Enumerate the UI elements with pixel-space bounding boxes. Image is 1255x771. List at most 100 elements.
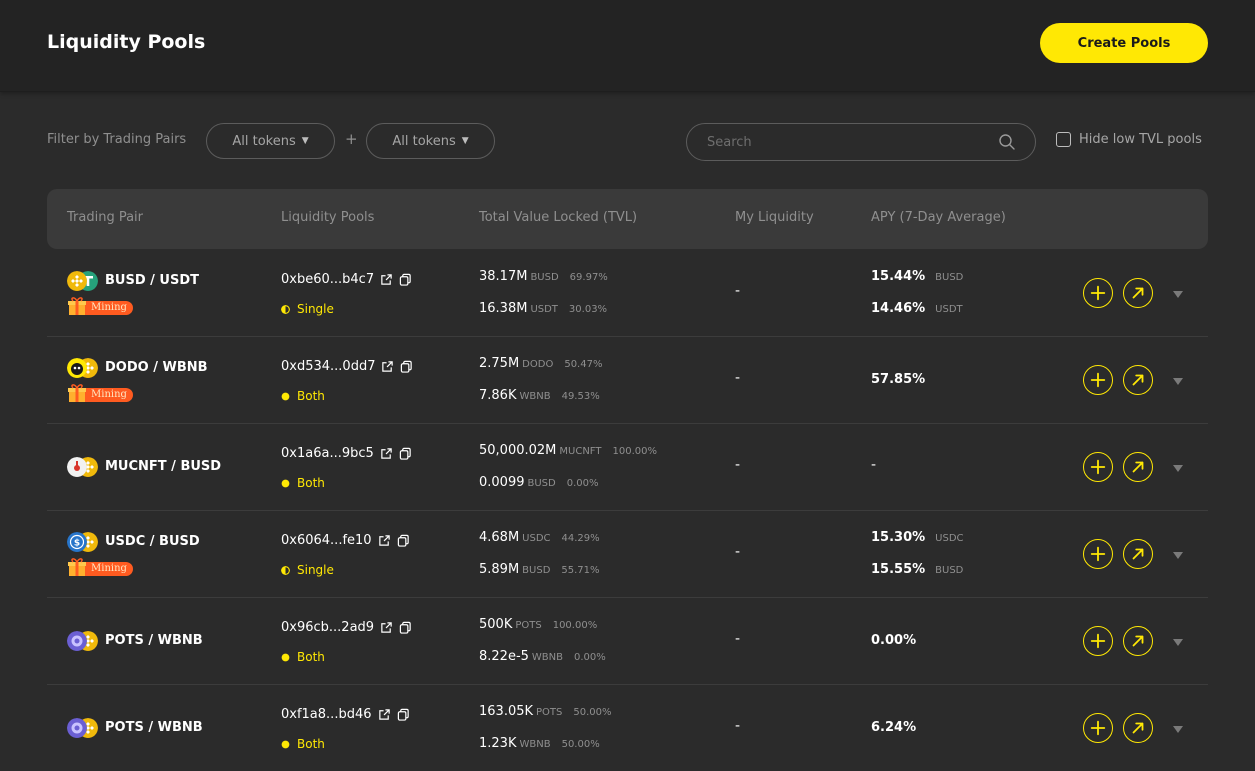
arrow-up-right-icon	[1129, 719, 1147, 737]
copy-icon[interactable]	[399, 273, 412, 286]
tvl-amount: 38.17M	[479, 269, 528, 284]
expand-chevron-icon[interactable]	[1171, 548, 1185, 562]
column-my-liquidity: My Liquidity	[735, 210, 814, 225]
column-liquidity-pools: Liquidity Pools	[281, 210, 375, 225]
pool-address-text[interactable]: 0x6064...fe10	[281, 533, 372, 548]
pool-address-text[interactable]: 0x1a6a...9bc5	[281, 446, 374, 461]
filter-label: Filter by Trading Pairs	[47, 132, 187, 147]
pool-mode-label: Single	[297, 302, 334, 316]
expand-chevron-icon[interactable]	[1171, 722, 1185, 736]
add-liquidity-button[interactable]	[1083, 626, 1113, 656]
add-liquidity-button[interactable]	[1083, 278, 1113, 308]
apy-quote: 15.55% BUSD	[871, 562, 963, 577]
trade-button[interactable]	[1123, 539, 1153, 569]
external-link-icon[interactable]	[378, 708, 391, 721]
hide-low-tvl-checkbox[interactable]	[1056, 132, 1071, 147]
apy-single: 57.85%	[871, 372, 925, 387]
pool-mode: Both	[281, 476, 325, 490]
trade-button[interactable]	[1123, 452, 1153, 482]
external-link-icon[interactable]	[380, 447, 393, 460]
top-bar: Liquidity Pools Create Pools	[0, 0, 1255, 92]
pool-mode-label: Both	[297, 476, 325, 490]
full-circle-icon	[281, 479, 290, 487]
pool-address-text[interactable]: 0xbe60...b4c7	[281, 272, 374, 287]
add-liquidity-button[interactable]	[1083, 539, 1113, 569]
pair-name[interactable]: POTS / WBNB	[105, 720, 203, 735]
trade-button[interactable]	[1123, 365, 1153, 395]
copy-icon[interactable]	[399, 621, 412, 634]
pool-mode: Both	[281, 650, 325, 664]
gift-icon	[67, 557, 87, 577]
pair-token-icons	[67, 457, 101, 477]
mining-badge-label: Mining	[79, 562, 133, 576]
add-liquidity-button[interactable]	[1083, 365, 1113, 395]
half-circle-icon	[281, 304, 290, 314]
half-circle-icon	[281, 565, 290, 575]
expand-chevron-icon[interactable]	[1171, 374, 1185, 388]
pair-name[interactable]: MUCNFT / BUSD	[105, 459, 221, 474]
tvl-amount: 5.89M	[479, 562, 520, 577]
token-a-select[interactable]: All tokens ▼	[206, 123, 335, 159]
pair-name[interactable]: USDC / BUSD	[105, 534, 200, 549]
copy-icon[interactable]	[399, 447, 412, 460]
create-pools-button[interactable]: Create Pools	[1040, 23, 1208, 63]
tvl-base: 38.17M BUSD 69.97%	[479, 269, 608, 284]
copy-icon[interactable]	[400, 360, 413, 373]
expand-chevron-icon[interactable]	[1171, 635, 1185, 649]
my-liquidity: -	[735, 718, 741, 734]
arrow-up-right-icon	[1129, 284, 1147, 302]
external-link-icon[interactable]	[381, 360, 394, 373]
tvl-base: 4.68M USDC 44.29%	[479, 530, 600, 545]
token-b-select[interactable]: All tokens ▼	[366, 123, 495, 159]
token-b-select-value: All tokens	[392, 133, 456, 149]
plus-icon	[1089, 371, 1107, 389]
apy-value: 15.30%	[871, 530, 926, 545]
pair-name[interactable]: BUSD / USDT	[105, 273, 199, 288]
tvl-symbol: WBNB	[519, 739, 551, 750]
caret-down-icon: ▼	[301, 136, 309, 146]
expand-chevron-icon[interactable]	[1171, 461, 1185, 475]
trade-button[interactable]	[1123, 713, 1153, 743]
copy-icon[interactable]	[397, 534, 410, 547]
apy-quote: 14.46% USDT	[871, 301, 963, 316]
apy-base: 15.30% USDC	[871, 530, 964, 545]
pool-address-text[interactable]: 0x96cb...2ad9	[281, 620, 374, 635]
apy-value: -	[871, 457, 877, 473]
apy-value: 57.85%	[871, 372, 926, 387]
expand-chevron-icon[interactable]	[1171, 287, 1185, 301]
external-link-icon[interactable]	[378, 534, 391, 547]
search-input[interactable]	[707, 132, 987, 152]
tvl-quote: 0.0099 BUSD 0.00%	[479, 475, 599, 490]
pair-name[interactable]: POTS / WBNB	[105, 633, 203, 648]
trade-button[interactable]	[1123, 278, 1153, 308]
filter-plus-separator: +	[345, 130, 358, 148]
pool-mode: Both	[281, 737, 325, 751]
arrow-up-right-icon	[1129, 458, 1147, 476]
pool-address-text[interactable]: 0xd534...0dd7	[281, 359, 375, 374]
external-link-icon[interactable]	[380, 273, 393, 286]
tvl-percent: 50.00%	[573, 707, 612, 718]
pool-address: 0x96cb...2ad9	[281, 620, 412, 635]
my-liquidity: -	[735, 370, 741, 386]
pair-name[interactable]: DODO / WBNB	[105, 360, 208, 375]
pool-address-text[interactable]: 0xf1a8...bd46	[281, 707, 372, 722]
caret-down-icon: ▼	[461, 136, 469, 146]
external-link-icon[interactable]	[380, 621, 393, 634]
tvl-base: 2.75M DODO 50.47%	[479, 356, 602, 371]
table-row: MUCNFT / BUSD 0x1a6a...9bc5 Both 50,000.…	[47, 424, 1208, 511]
tvl-percent: 100.00%	[552, 620, 598, 631]
trade-button[interactable]	[1123, 626, 1153, 656]
add-liquidity-button[interactable]	[1083, 452, 1113, 482]
tvl-symbol: BUSD	[522, 565, 551, 576]
pair-token-icons	[67, 718, 101, 738]
tvl-amount: 16.38M	[479, 301, 528, 316]
hide-low-tvl-toggle[interactable]: Hide low TVL pools	[1056, 132, 1202, 147]
add-liquidity-button[interactable]	[1083, 713, 1113, 743]
gift-icon	[67, 296, 87, 316]
copy-icon[interactable]	[397, 708, 410, 721]
mining-badge: Mining	[67, 387, 133, 403]
my-liquidity: -	[735, 544, 741, 560]
search-icon[interactable]	[998, 133, 1016, 151]
mining-badge: Mining	[67, 561, 133, 577]
pool-mode-label: Single	[297, 563, 334, 577]
